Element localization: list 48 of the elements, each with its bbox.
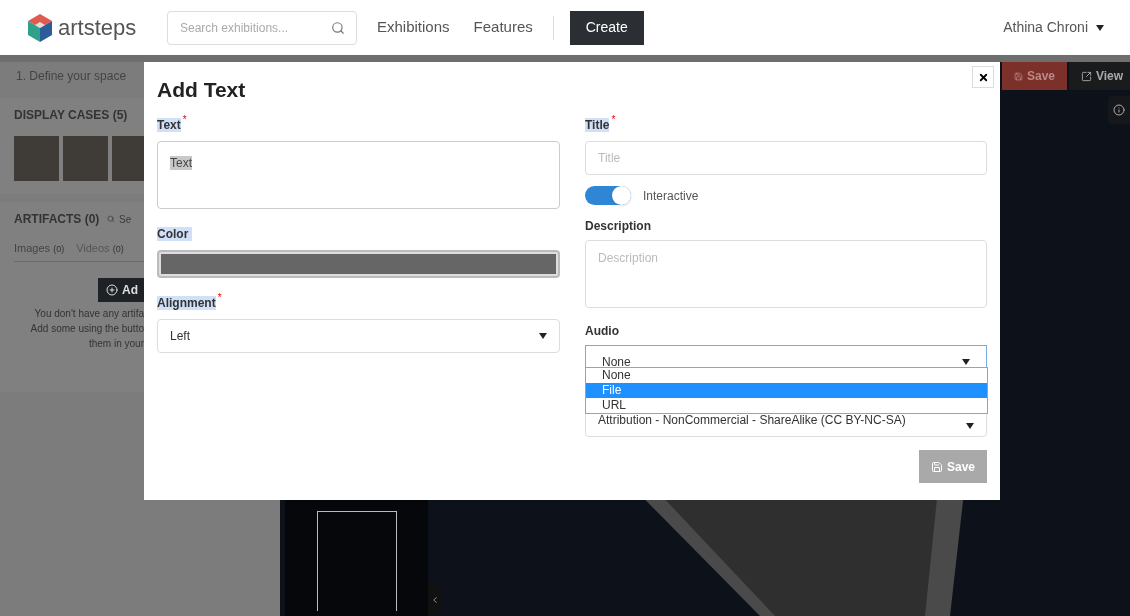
empty-message-line: them in your (88, 336, 144, 351)
text-value: Text (170, 156, 192, 170)
required-mark: * (611, 114, 616, 125)
interactive-toggle[interactable] (585, 186, 631, 205)
alignment-select[interactable]: Left (157, 319, 560, 353)
toggle-label: Interactive (643, 187, 699, 205)
caret-icon (962, 359, 970, 365)
dropdown-option[interactable]: URL (586, 398, 987, 413)
section-title: ARTIFACTS (0) (14, 211, 100, 228)
caret-icon (966, 423, 974, 429)
step-label: 1. Define your space (16, 68, 127, 85)
search-icon (107, 214, 116, 224)
display-case-thumbnail[interactable] (63, 136, 108, 181)
field-label: Title (585, 118, 610, 132)
logo-text[interactable]: artsteps (58, 11, 137, 44)
cube-logo-icon (26, 12, 54, 43)
field-label: Description (585, 218, 652, 235)
close-button[interactable] (972, 66, 994, 88)
modal-title: Add Text (157, 79, 247, 100)
caret-icon (539, 333, 547, 339)
chevron-left-icon (430, 595, 440, 605)
text-area[interactable]: Text (157, 141, 560, 209)
user-menu[interactable]: Athina Chroni (1003, 17, 1104, 38)
title-field[interactable]: Title (585, 141, 987, 175)
external-link-icon (1081, 70, 1092, 82)
nav-link[interactable]: Features (469, 16, 537, 39)
field-label: Text (157, 118, 181, 132)
field-label: Alignment (157, 296, 216, 310)
empty-message-line: You don't have any artifa (34, 306, 144, 321)
info-icon (1113, 104, 1125, 116)
nav-link[interactable]: Exhibitions (373, 16, 454, 39)
field-label: Audio (585, 323, 620, 340)
field-label: Color (157, 227, 193, 241)
view-button[interactable]: View (1069, 62, 1130, 90)
close-icon (977, 71, 989, 83)
search-icon (331, 20, 345, 35)
search-field[interactable]: Search exhibitions... (167, 10, 357, 45)
create-button[interactable]: Create (569, 10, 644, 45)
add-button[interactable]: Ad (98, 277, 146, 302)
caret-icon (1096, 24, 1104, 31)
display-case-thumbnail[interactable] (14, 136, 59, 181)
plus-icon (106, 283, 118, 296)
info-button[interactable] (1108, 96, 1130, 124)
required-mark: * (182, 114, 187, 125)
section-title: DISPLAY CASES (5) (14, 107, 128, 124)
empty-message-line: Add some using the butto (30, 321, 144, 336)
required-mark: * (217, 292, 222, 303)
description-field[interactable]: Description (585, 240, 987, 308)
